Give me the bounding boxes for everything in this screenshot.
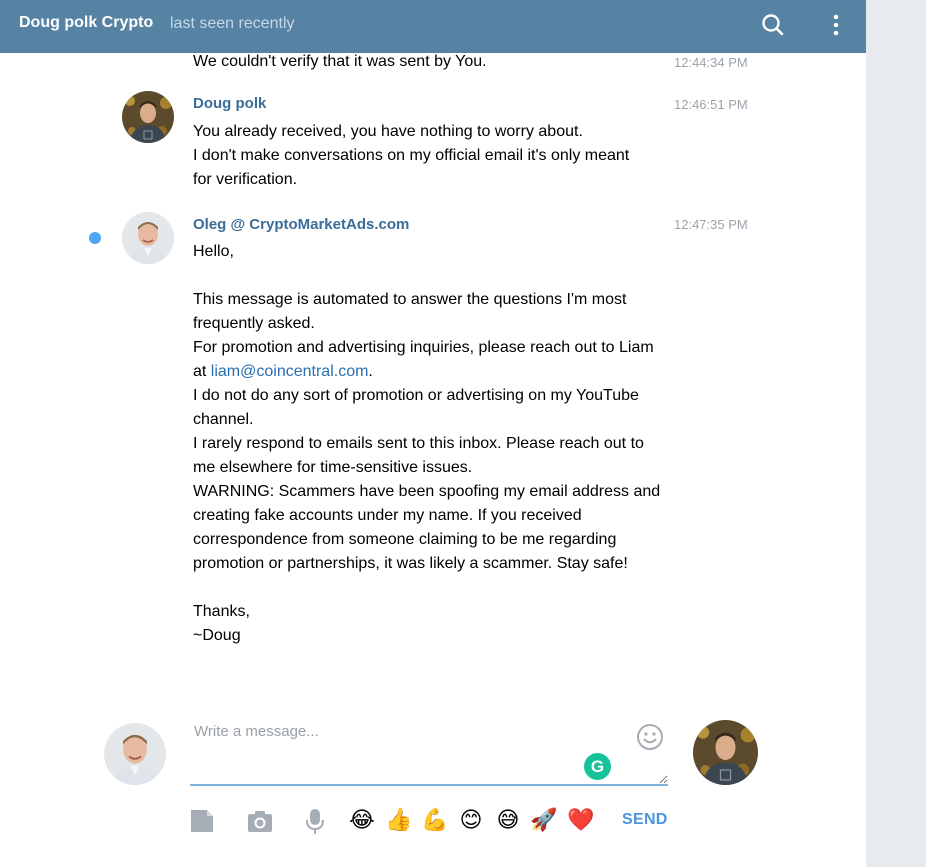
unread-indicator (89, 232, 101, 244)
composer: G (0, 703, 866, 867)
smiley-icon[interactable] (635, 722, 665, 752)
grammarly-icon[interactable]: G (584, 753, 611, 780)
emoji-button[interactable]: 😂 (348, 807, 376, 835)
email-link[interactable]: liam@coincentral.com (211, 363, 369, 380)
emoji-button[interactable]: ❤️ (567, 807, 595, 835)
emoji-button[interactable]: 🚀 (530, 807, 558, 835)
emoji-button[interactable]: 👍 (385, 807, 413, 835)
message-time: 12:47:35 PM (674, 217, 748, 232)
message-time: 12:46:51 PM (674, 97, 748, 112)
message-text: We couldn't verify that it was sent by Y… (193, 53, 487, 70)
avatar-oleg[interactable] (122, 212, 174, 264)
peer-avatar[interactable] (693, 720, 758, 785)
search-icon[interactable] (760, 12, 786, 38)
message-author[interactable]: Doug polk (193, 95, 266, 112)
message-text: Hello, This message is automated to answ… (193, 240, 673, 648)
microphone-icon[interactable] (301, 807, 329, 835)
message-text-part: . I do not do any sort of promotion or a… (193, 363, 661, 644)
message-author[interactable]: Oleg @ CryptoMarketAds.com (193, 216, 409, 233)
message-text: You already received, you have nothing t… (193, 123, 630, 188)
message-time: 12:44:34 PM (674, 55, 748, 70)
message-text-part: Hello, This message is automated to answ… (193, 243, 654, 380)
right-gutter (866, 0, 926, 867)
camera-icon[interactable] (246, 807, 274, 835)
sender-avatar[interactable] (104, 723, 166, 785)
emoji-button[interactable]: 😊 (457, 807, 485, 835)
more-vertical-icon[interactable] (826, 12, 846, 38)
send-button[interactable]: SEND (622, 811, 668, 829)
avatar-doug[interactable] (122, 91, 174, 143)
emoji-button[interactable]: 💪 (421, 807, 449, 835)
chat-header: Doug polk Crypto last seen recently (0, 0, 866, 53)
message-history[interactable]: We couldn't verify that it was sent by Y… (0, 53, 866, 703)
document-icon[interactable] (188, 807, 216, 835)
peer-status: last seen recently (170, 15, 295, 32)
peer-name[interactable]: Doug polk Crypto (19, 14, 153, 32)
emoji-button[interactable]: 😅 (494, 807, 522, 835)
